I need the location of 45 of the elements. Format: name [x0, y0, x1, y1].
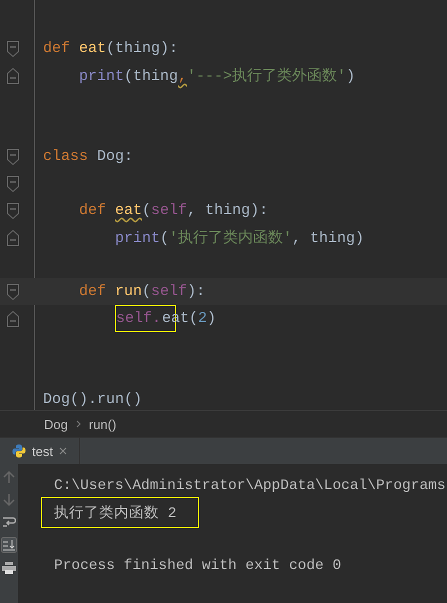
- console-line: C:\Users\Administrator\AppData\Local\Programs: [54, 478, 446, 494]
- fold-icon[interactable]: [6, 68, 18, 84]
- code-token: (: [160, 230, 170, 247]
- code-token: (: [142, 202, 152, 219]
- code-token: (thing: [124, 68, 178, 85]
- python-icon: [12, 444, 26, 458]
- code-token: print: [115, 230, 160, 247]
- fold-icon[interactable]: [6, 176, 18, 192]
- code-token: run: [115, 283, 142, 300]
- code-token: Dog().run(): [43, 391, 142, 408]
- fold-icon[interactable]: [6, 284, 18, 300]
- code-token: ): [207, 310, 216, 327]
- code-token: eat: [79, 40, 106, 57]
- code-token: ,: [178, 68, 188, 85]
- code-token: def: [79, 202, 108, 219]
- fold-icon[interactable]: [6, 230, 18, 246]
- code-token: class: [43, 148, 90, 165]
- close-icon[interactable]: [58, 447, 67, 455]
- scroll-to-end-icon[interactable]: [1, 537, 17, 553]
- fold-icon[interactable]: [6, 310, 18, 326]
- code-token: def: [43, 40, 72, 57]
- code-token: self: [151, 202, 188, 219]
- fold-icon[interactable]: [6, 40, 18, 56]
- code-token: , thing): [292, 230, 364, 247]
- code-token: Dog:: [97, 148, 134, 165]
- code-token: (thing):: [106, 40, 178, 57]
- fold-icon[interactable]: [6, 148, 18, 164]
- code-token: self: [151, 283, 188, 300]
- breadcrumb[interactable]: Dog: [44, 416, 68, 432]
- fold-icon[interactable]: [6, 202, 18, 218]
- code-token: print: [79, 68, 124, 85]
- code-token: 2: [198, 310, 208, 327]
- code-token: , thing):: [187, 202, 268, 219]
- code-token: eat: [115, 202, 142, 219]
- code-token: ):: [187, 283, 206, 300]
- print-icon[interactable]: [2, 562, 16, 574]
- wrap-icon[interactable]: [2, 516, 16, 528]
- console-line: Process finished with exit code 0: [54, 558, 342, 574]
- code-token: (: [142, 283, 152, 300]
- chevron-icon: [76, 420, 81, 428]
- code-token: def: [79, 283, 108, 300]
- code-token: ): [346, 68, 356, 85]
- code-token: '执行了类内函数': [169, 228, 292, 247]
- code-token: '--->执行了类外函数': [187, 66, 346, 85]
- breadcrumb[interactable]: run(): [88, 416, 116, 432]
